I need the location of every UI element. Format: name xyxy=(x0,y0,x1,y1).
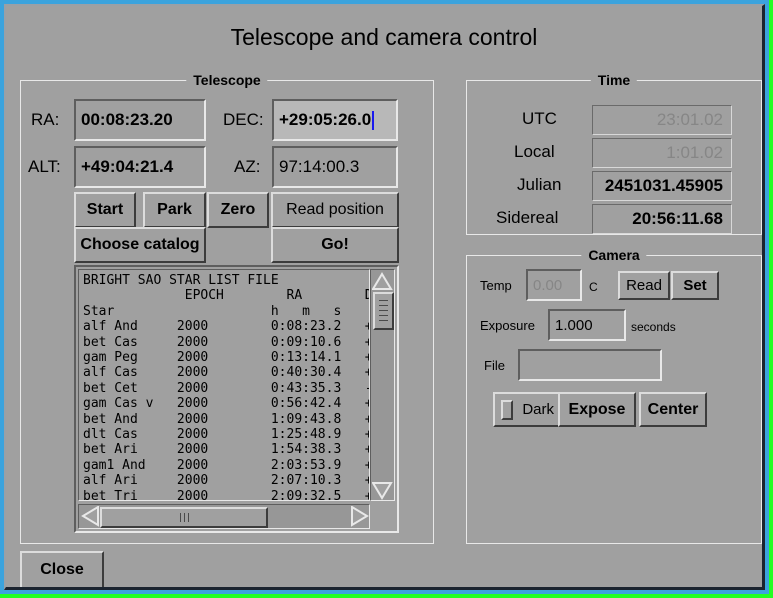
star-catalog-text[interactable]: BRIGHT SAO STAR LIST FILE EPOCH RA DEC S… xyxy=(78,269,370,501)
local-value: 1:01.02 xyxy=(666,143,723,162)
az-input[interactable]: 97:14:00.3 xyxy=(272,146,398,188)
utc-field: 23:01.02 xyxy=(592,105,732,135)
dec-input[interactable]: +29:05:26.0 xyxy=(272,99,398,141)
temp-value: 0.00 xyxy=(533,276,563,294)
page-title: Telescope and camera control xyxy=(230,24,538,50)
julian-label: Julian xyxy=(517,175,562,194)
alt-label: ALT: xyxy=(28,157,61,176)
go-button[interactable]: Go! xyxy=(271,227,399,263)
alt-value: +49:04:21.4 xyxy=(81,157,174,176)
ra-value: 00:08:23.20 xyxy=(81,110,173,129)
vertical-scrollbar[interactable] xyxy=(370,269,395,501)
exposure-value: 1.000 xyxy=(555,316,593,334)
utc-value: 23:01.02 xyxy=(656,110,723,129)
julian-value: 2451031.45905 xyxy=(604,176,723,195)
ra-input[interactable]: 00:08:23.20 xyxy=(74,99,206,141)
telescope-camera-control-dialog: Telescope and camera control Telescope R… xyxy=(6,6,762,587)
vertical-scrollbar-thumb[interactable] xyxy=(373,292,394,330)
julian-field: 2451031.45905 xyxy=(592,171,732,201)
exposure-label: Exposure xyxy=(480,318,535,333)
sidereal-value: 20:56:11.68 xyxy=(632,209,723,228)
dec-value: +29:05:26.0 xyxy=(279,110,372,129)
sidereal-label: Sidereal xyxy=(496,208,559,227)
local-field: 1:01.02 xyxy=(592,138,732,168)
file-label: File xyxy=(484,358,505,373)
exposure-input[interactable]: 1.000 xyxy=(548,309,626,341)
park-button[interactable]: Park xyxy=(143,192,206,228)
dark-label: Dark xyxy=(522,401,554,418)
local-label: Local xyxy=(514,142,555,161)
read-position-button[interactable]: Read position xyxy=(271,192,399,228)
choose-catalog-button[interactable]: Choose catalog xyxy=(74,227,206,263)
close-button[interactable]: Close xyxy=(20,551,104,587)
time-group-label: Time xyxy=(590,72,638,88)
utc-label: UTC xyxy=(522,109,557,128)
window-manager-frame: Telescope and camera control Telescope R… xyxy=(0,0,773,598)
start-button[interactable]: Start xyxy=(74,192,136,228)
temp-input[interactable]: 0.00 xyxy=(526,269,582,301)
temp-unit-label: C xyxy=(589,280,598,294)
dark-toggle-button[interactable]: Dark xyxy=(493,392,566,427)
dark-checkbox-indicator[interactable] xyxy=(501,399,513,420)
exposure-unit-label: seconds xyxy=(631,320,676,334)
star-catalog-listbox: BRIGHT SAO STAR LIST FILE EPOCH RA DEC S… xyxy=(74,265,399,533)
text-cursor xyxy=(372,110,375,130)
az-value: 97:14:00.3 xyxy=(279,157,360,176)
dec-label: DEC: xyxy=(223,110,264,129)
temp-label: Temp xyxy=(480,278,512,293)
sidereal-field: 20:56:11.68 xyxy=(592,204,732,234)
window-inner-bevel: Telescope and camera control Telescope R… xyxy=(4,4,765,590)
camera-group-label: Camera xyxy=(581,247,647,263)
horizontal-scrollbar[interactable] xyxy=(78,504,370,529)
expose-button[interactable]: Expose xyxy=(558,392,636,427)
file-input[interactable] xyxy=(518,349,662,381)
alt-input[interactable]: +49:04:21.4 xyxy=(74,146,206,188)
center-button[interactable]: Center xyxy=(639,392,707,427)
temp-set-button[interactable]: Set xyxy=(671,271,719,300)
zero-button[interactable]: Zero xyxy=(207,192,269,228)
ra-label: RA: xyxy=(31,110,60,129)
horizontal-scrollbar-thumb[interactable] xyxy=(100,507,268,528)
az-label: AZ: xyxy=(234,157,261,176)
temp-read-button[interactable]: Read xyxy=(618,271,670,300)
telescope-group-label: Telescope xyxy=(186,72,268,88)
